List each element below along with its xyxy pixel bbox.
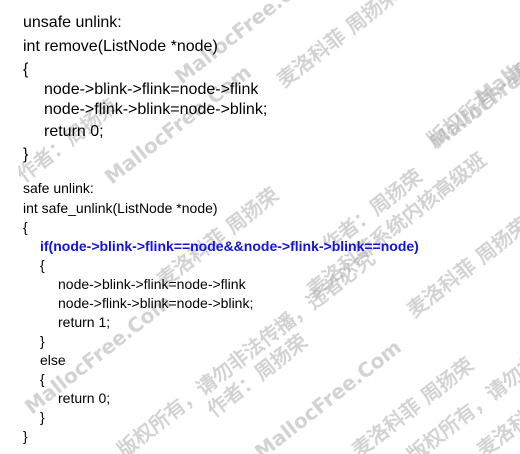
code-line: return 0; [44,123,104,140]
function-signature-safe-unlink: int safe_unlink(ListNode *node) [23,200,218,216]
open-brace: { [23,61,29,78]
watermark-text: 麦洛科菲 周扬荣 [402,212,520,323]
watermark-text: 版权所有，请勿非法传播，违者必究 [422,0,520,153]
highlighted-if-condition: if(node->blink->flink==node&&node->flink… [40,238,419,254]
close-brace: } [23,146,29,163]
section-heading-unsafe-unlink: unsafe unlink: [23,14,122,31]
section-heading-safe-unlink: safe unlink: [23,180,94,196]
watermark-text: MallocFree.Com [470,0,520,109]
code-line: node->flink->blink=node->blink; [44,101,268,118]
open-brace: { [23,219,28,235]
watermark-text: 版权所有，请勿非法传播 [402,312,520,454]
code-line: return 0; [58,390,111,406]
code-line: node->blink->flink=node->flink [58,276,246,292]
else-keyword: else [40,352,66,368]
watermark-text: 麦洛科菲系统内核高级班 [302,147,491,303]
close-brace: } [23,428,28,444]
code-line: node->blink->flink=node->flink [44,81,259,98]
code-line: return 1; [58,314,111,330]
watermark-text: MallocFree.Com [250,334,406,454]
watermark-text: 作者：周扬荣 [202,329,312,423]
close-brace: } [40,409,45,425]
open-brace: { [40,371,45,387]
watermark-text: 麦洛科菲 周扬荣 [347,352,479,454]
watermark-text: 麦洛科菲 周扬荣 [472,353,520,454]
watermark-text: 版权所有，请勿非法传播，违者必究 [112,246,380,454]
watermark-text: MallocFree.Com [100,59,256,189]
watermark-text: 麦洛科菲 周扬荣 [272,0,404,93]
function-signature-remove: int remove(ListNode *node) [23,38,218,55]
close-brace: } [40,333,45,349]
watermark-layer: MallocFree.Com 麦洛科菲 周扬荣 版权所有，请勿非法传播，违者必究… [0,0,520,454]
open-brace: { [40,257,45,273]
watermark-text: MallocFree.Com [425,24,520,154]
code-line: node->flink->blink=node->blink; [58,295,254,311]
